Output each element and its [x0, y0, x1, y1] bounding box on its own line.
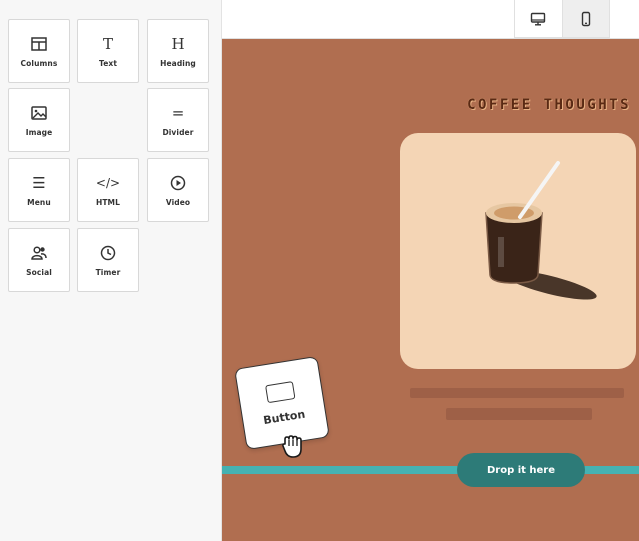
tile-html[interactable]: </> HTML	[77, 158, 139, 222]
mobile-view-button[interactable]	[561, 0, 609, 37]
text-placeholder-bar	[410, 388, 624, 398]
tile-menu[interactable]: ☰ Menu	[8, 158, 70, 222]
desktop-monitor-icon	[531, 12, 546, 26]
tile-text[interactable]: T Text	[77, 19, 139, 83]
tile-video[interactable]: Video	[147, 158, 209, 222]
top-toolbar	[222, 0, 639, 39]
tile-label: Timer	[95, 267, 121, 277]
heading-icon: H	[171, 34, 185, 53]
menu-icon: ☰	[32, 173, 46, 192]
tile-label: Columns	[20, 58, 58, 68]
timer-clock-icon	[100, 245, 116, 260]
drop-here-badge[interactable]: Drop it here	[457, 453, 585, 487]
tile-label: Menu	[27, 197, 51, 207]
tile-heading[interactable]: H Heading	[147, 19, 209, 83]
tile-image[interactable]: Image	[8, 88, 70, 152]
tile-label: Divider	[162, 127, 194, 137]
tile-columns[interactable]: Columns	[8, 19, 70, 83]
blocks-palette: Columns T Text H Heading Image = Divider…	[0, 0, 222, 541]
tile-label: Heading	[160, 58, 196, 68]
tile-label: Video	[165, 197, 191, 207]
tile-label: HTML	[95, 197, 121, 207]
grab-hand-icon	[282, 435, 302, 458]
coffee-photo[interactable]	[400, 133, 636, 369]
dragged-block-label: Button	[262, 407, 307, 427]
tile-label: Social	[26, 267, 52, 277]
tile-label: Text	[98, 58, 118, 68]
mobile-phone-icon	[581, 11, 591, 26]
email-canvas: COFFEE THOUGHTS Drop it here	[222, 39, 639, 541]
text-placeholder-bar	[446, 408, 592, 420]
coffee-headline[interactable]: COFFEE THOUGHTS	[467, 97, 631, 113]
button-icon	[264, 380, 296, 403]
html-code-icon: </>	[95, 175, 121, 190]
text-icon: T	[102, 34, 113, 53]
tile-divider[interactable]: = Divider	[147, 88, 209, 152]
coffee-cup-image	[485, 161, 597, 300]
columns-icon	[31, 36, 47, 51]
device-switcher	[514, 0, 610, 38]
video-play-icon	[170, 175, 186, 190]
image-icon	[31, 105, 47, 120]
tile-social[interactable]: Social	[8, 228, 70, 292]
social-users-icon	[31, 245, 47, 260]
divider-icon: =	[171, 103, 185, 122]
tile-label: Image	[25, 127, 53, 137]
desktop-view-button[interactable]	[515, 0, 562, 37]
tile-timer[interactable]: Timer	[77, 228, 139, 292]
